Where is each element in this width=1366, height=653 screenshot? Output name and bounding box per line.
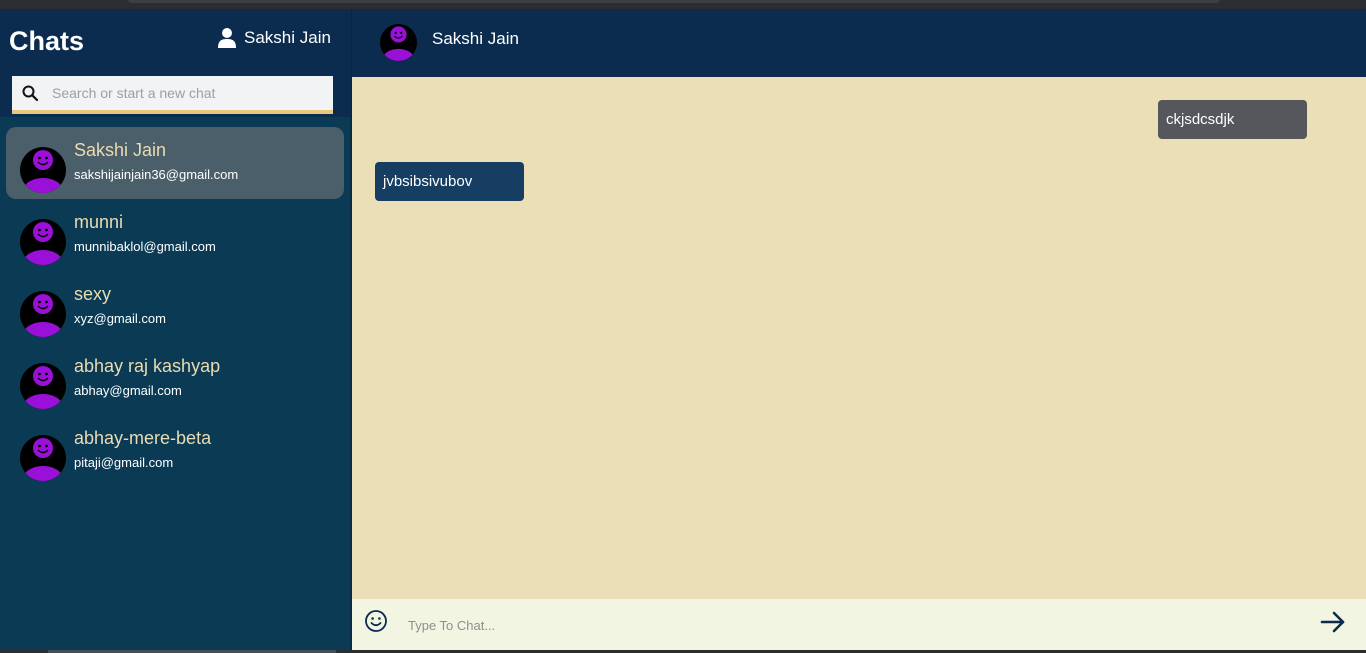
- smiley-avatar-icon[interactable]: [380, 24, 417, 61]
- current-user[interactable]: Sakshi Jain: [218, 28, 331, 48]
- chat-name: abhay-mere-beta: [74, 428, 212, 448]
- chat-email: xyz@gmail.com: [74, 311, 166, 326]
- current-user-name: Sakshi Jain: [244, 28, 331, 47]
- person-icon: [218, 28, 236, 48]
- chat-name: abhay raj kashyap: [74, 356, 221, 376]
- chat-email: munnibaklol@gmail.com: [74, 239, 216, 254]
- send-arrow-icon[interactable]: [1320, 609, 1346, 635]
- chat-item[interactable]: munni munnibaklol@gmail.com: [6, 199, 344, 271]
- chat-message-input[interactable]: [408, 613, 1288, 637]
- message-composer: [352, 599, 1366, 650]
- chat-email: sakshijainjain36@gmail.com: [74, 167, 239, 182]
- chats-title: Chats: [9, 26, 85, 56]
- emoji-icon[interactable]: [364, 609, 388, 633]
- chat-item[interactable]: Sakshi Jain sakshijainjain36@gmail.com: [6, 127, 344, 199]
- search-input[interactable]: [52, 85, 312, 101]
- smiley-avatar-icon: [20, 435, 66, 481]
- smiley-avatar-icon: [20, 147, 66, 193]
- sidebar: Chats Sakshi Jain Search or start a new …: [0, 9, 351, 650]
- incoming-message: jvbsibsivubov: [375, 162, 524, 201]
- search-icon: [22, 85, 38, 101]
- smiley-avatar-icon: [20, 291, 66, 337]
- contact-name: Sakshi Jain: [432, 29, 519, 48]
- chat-item[interactable]: abhay-mere-beta pitaji@gmail.com: [6, 415, 344, 487]
- chat-email: pitaji@gmail.com: [74, 455, 174, 470]
- smiley-avatar-icon: [20, 219, 66, 265]
- message-area: ckjsdcsdjk jvbsibsivubov: [352, 77, 1366, 599]
- chat-item[interactable]: sexy xyz@gmail.com: [6, 271, 344, 343]
- outgoing-message: ckjsdcsdjk: [1158, 100, 1307, 139]
- sidebar-header: Chats Sakshi Jain: [0, 9, 351, 117]
- chat-item[interactable]: abhay raj kashyap abhay@gmail.com: [6, 343, 344, 415]
- browser-top-bar: [128, 0, 1220, 3]
- smiley-avatar-icon: [20, 363, 66, 409]
- chat-name: munni: [74, 212, 124, 232]
- browser-top-strip: [0, 0, 1366, 9]
- search-box[interactable]: [12, 76, 333, 114]
- chat-email: abhay@gmail.com: [74, 383, 182, 398]
- conversation-panel: Sakshi Jain ckjsdcsdjk jvbsibsivubov: [352, 9, 1366, 650]
- chat-name: sexy: [74, 284, 112, 304]
- chat-name: Sakshi Jain: [74, 140, 167, 160]
- conversation-header: Sakshi Jain: [352, 9, 1366, 77]
